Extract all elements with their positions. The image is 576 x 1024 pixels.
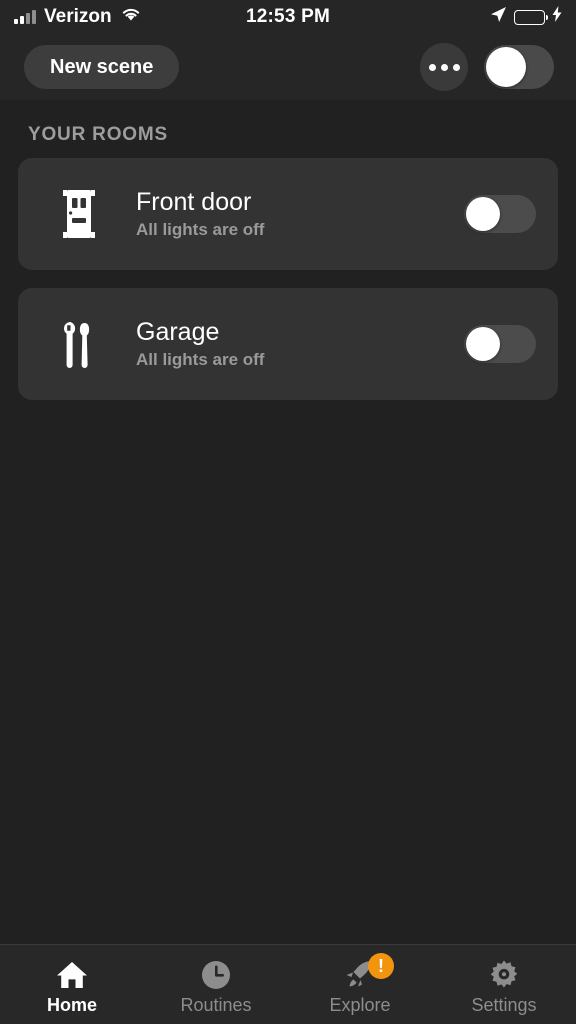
tab-routines-label: Routines	[180, 995, 252, 1015]
section-title-your-rooms: YOUR ROOMS	[28, 124, 168, 145]
home-icon	[55, 959, 89, 991]
battery-icon	[514, 9, 548, 25]
new-scene-button[interactable]: New scene	[24, 45, 180, 89]
status-bar: Verizon 12:53 PM	[0, 0, 576, 34]
room-status: All lights are off	[136, 350, 265, 370]
location-arrow-icon	[490, 6, 507, 29]
tab-home-label: Home	[46, 995, 97, 1015]
tab-explore-label: Explore	[329, 995, 391, 1015]
room-toggle-knob	[466, 327, 500, 361]
status-bar-right	[490, 6, 562, 29]
room-info-garage: Garage All lights are off	[104, 318, 464, 371]
status-bar-left: Verizon	[14, 6, 142, 28]
room-status: All lights are off	[136, 220, 265, 240]
explore-alert-badge: !	[368, 953, 394, 979]
tools-icon	[52, 319, 104, 369]
bottom-tab-bar: Home Routines ! Explore Settings	[0, 944, 576, 1024]
master-toggle[interactable]	[484, 45, 554, 89]
room-toggle-knob	[466, 197, 500, 231]
room-toggle-garage[interactable]	[464, 325, 536, 363]
charging-bolt-icon	[552, 6, 562, 28]
tab-settings[interactable]: Settings	[432, 945, 576, 1024]
carrier-label: Verizon	[44, 6, 112, 27]
tab-explore[interactable]: ! Explore	[288, 945, 432, 1024]
room-card-garage[interactable]: Garage All lights are off	[18, 288, 558, 400]
cellular-signal-icon	[14, 10, 36, 24]
room-name: Garage	[136, 317, 220, 346]
gear-icon	[488, 959, 520, 991]
more-horizontal-icon[interactable]	[420, 43, 468, 91]
tab-routines[interactable]: Routines	[144, 945, 288, 1024]
room-toggle-front-door[interactable]	[464, 195, 536, 233]
door-icon	[52, 188, 104, 240]
master-toggle-knob	[486, 47, 526, 87]
wifi-icon	[120, 6, 142, 28]
tab-home[interactable]: Home	[0, 945, 144, 1024]
top-bar-actions	[420, 43, 554, 91]
main-content: YOUR ROOMS Front door All lights are off…	[0, 100, 576, 944]
room-card-front-door[interactable]: Front door All lights are off	[18, 158, 558, 270]
tab-settings-label: Settings	[471, 995, 537, 1015]
room-info-front-door: Front door All lights are off	[104, 188, 464, 241]
rocket-icon: !	[342, 953, 394, 991]
top-bar: New scene	[0, 34, 576, 100]
app-root: Verizon 12:53 PM New scene YOUR ROOMS Fr…	[0, 0, 576, 1024]
room-name: Front door	[136, 187, 252, 216]
clock-icon	[200, 959, 232, 991]
